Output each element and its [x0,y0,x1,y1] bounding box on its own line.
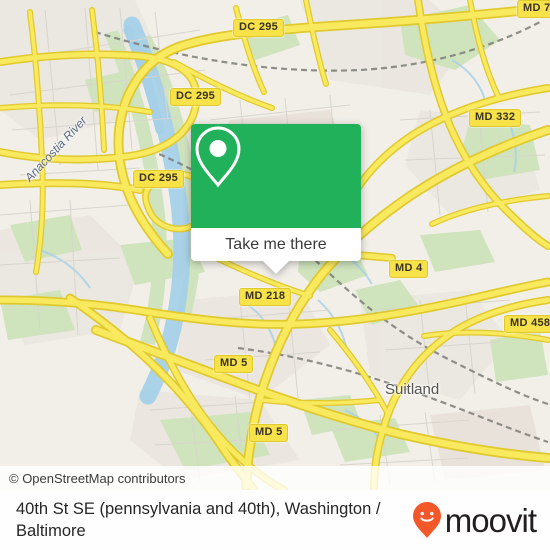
road-shield: MD 70 [517,0,550,18]
road-shield: DC 295 [233,19,285,37]
map-canvas[interactable]: DC 295 DC 295 DC 295 MD 70 MD 332 MD 4 M… [0,0,550,490]
footer-bar: 40th St SE (pennsylvania and 40th), Wash… [0,490,550,550]
popup-action-button[interactable]: Take me there [191,228,361,261]
road-shield: DC 295 [133,170,185,188]
road-shield: MD 5 [214,355,254,373]
popup-tail [263,261,289,274]
place-label-suitland: Suitland [385,381,440,398]
moovit-logo[interactable]: moovit [412,501,537,539]
popup-header [191,124,361,228]
road-shield: MD 458 [504,315,550,333]
popup-action-label: Take me there [225,235,327,253]
attribution-text: © OpenStreetMap contributors [9,470,186,486]
moovit-map-screenshot: DC 295 DC 295 DC 295 MD 70 MD 332 MD 4 M… [0,0,550,550]
road-shield: DC 295 [170,88,222,106]
moovit-wordmark: moovit [444,501,537,539]
road-shield: MD 332 [469,109,522,127]
moovit-pin-smiley-icon [412,502,441,538]
road-shield: MD 5 [249,424,289,442]
location-popup-card[interactable]: Take me there [191,124,361,274]
road-shield: MD 218 [239,288,292,306]
road-shield: MD 4 [389,260,429,278]
location-title: 40th St SE (pennsylvania and 40th), Wash… [16,500,381,540]
location-pin-icon [195,126,241,188]
map-attribution[interactable]: © OpenStreetMap contributors [0,466,550,490]
